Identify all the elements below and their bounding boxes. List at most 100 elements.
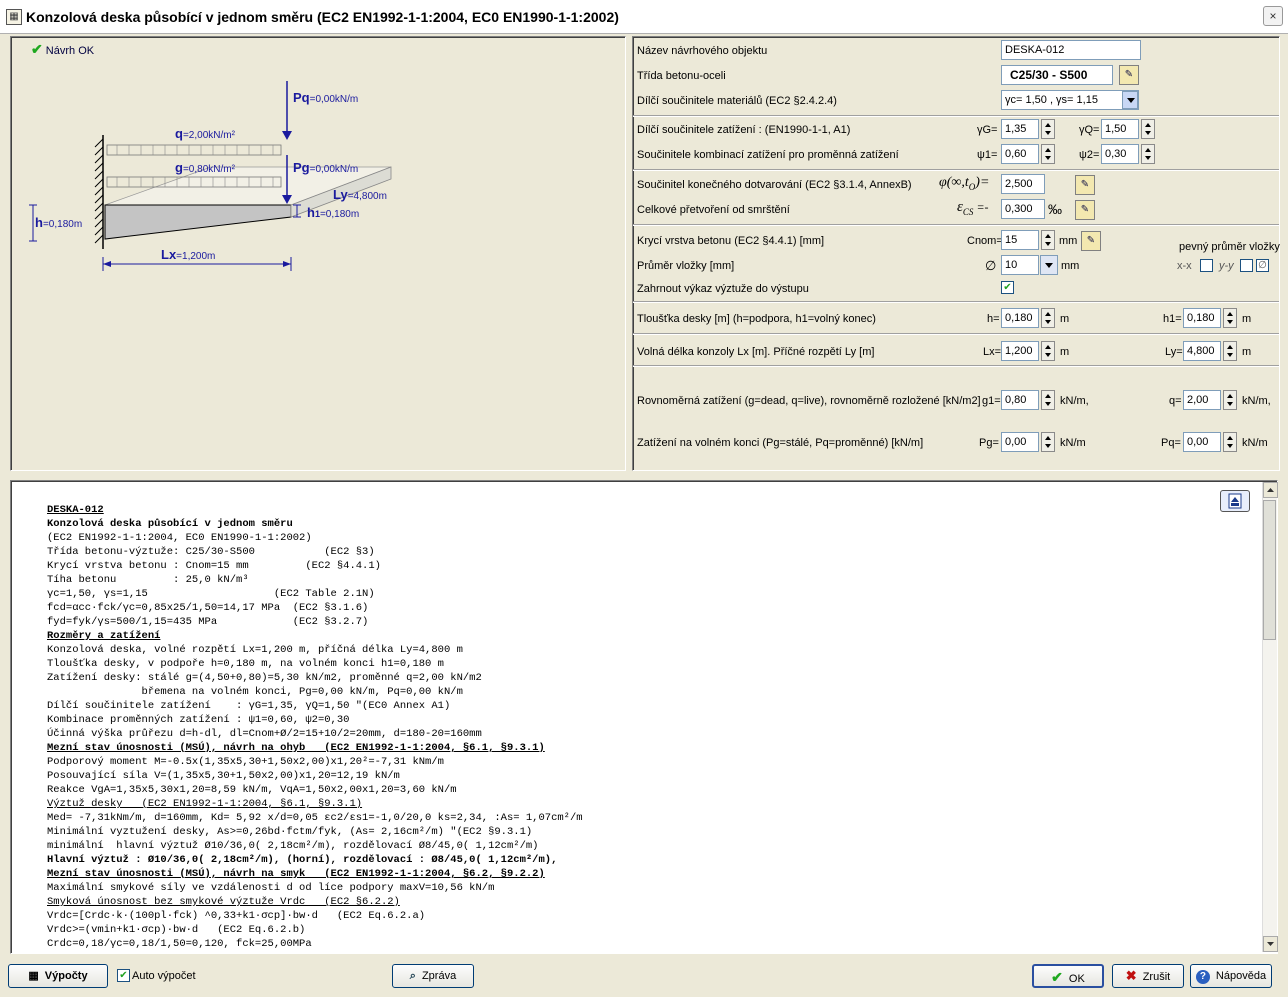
lx-spinner[interactable] [1041, 341, 1055, 361]
help-button[interactable]: ? Nápověda [1190, 964, 1272, 988]
close-button[interactable]: × [1263, 6, 1283, 26]
report-line: Dílčí součinitele zatížení : γG=1,35, γQ… [47, 700, 451, 712]
yy-checkbox[interactable] [1240, 259, 1253, 272]
report-line: Minimální vyztužení desky, As>=0,26bd·fc… [47, 826, 533, 838]
drawing-panel: ✔ Návrh OK Pq=0,00kN/m q=2,00kN/m² g=0,8… [10, 36, 626, 471]
report-line: Tíha betonu : 25,0 kN/m³ [47, 574, 249, 586]
shrinkage-unit: ‰ [1048, 201, 1062, 217]
xx-label: x-x [1177, 260, 1192, 272]
report-line: Tloušťka desky, v podpoře h=0,180 m, na … [47, 658, 444, 670]
h-input[interactable]: 0,180 [1001, 308, 1039, 328]
pg-spinner[interactable] [1041, 432, 1055, 452]
report-line: fyd=fyk/γs=500/1,15=435 MPa (EC2 §3.2.7) [47, 616, 369, 628]
shrinkage-symbol: εCS =- [957, 199, 989, 217]
report-line: Rozměry a zatížení [47, 630, 161, 642]
ok-button[interactable]: ✔ OK [1032, 964, 1104, 988]
q-load-band [106, 144, 282, 156]
pq-load-label: Pq=0,00kN/m [293, 90, 359, 105]
q-spinner[interactable] [1223, 390, 1237, 410]
pq-spinner[interactable] [1223, 432, 1237, 452]
scroll-top-icon [1228, 493, 1242, 509]
report-line: Kombinace proměnných zatížení : ψ1=0,60,… [47, 714, 350, 726]
q-load-label: q=2,00kN/m² [175, 126, 235, 141]
shrinkage-input[interactable]: 0,300 [1001, 199, 1045, 219]
g1-input[interactable]: 0,80 [1001, 390, 1039, 410]
cnom-unit: mm [1059, 235, 1078, 247]
g1-unit: kN/m, [1060, 395, 1089, 407]
report-top-button[interactable] [1220, 490, 1250, 512]
concrete-class-value[interactable]: C25/30 - S500 [1001, 65, 1113, 85]
cnom-spinner[interactable] [1041, 230, 1055, 250]
help-label: Nápověda [1215, 970, 1267, 982]
pg-load-label: Pg=0,00kN/m [293, 160, 359, 175]
cancel-button[interactable]: ✖ Zrušit [1112, 964, 1184, 988]
psi1-spinner[interactable] [1041, 144, 1055, 164]
report-panel[interactable]: DESKA-012 Konzolová deska působící v jedn… [10, 480, 1278, 954]
scroll-down-arrow[interactable] [1263, 936, 1278, 952]
pq-input[interactable]: 0,00 [1183, 432, 1221, 452]
report-line: Med= -7,31kNm/m, d=160mm, Kd= 5,92 x/d=0… [47, 812, 583, 824]
object-name-input[interactable]: DESKA-012 [1001, 40, 1141, 60]
gamma-g-input[interactable]: 1,35 [1001, 119, 1039, 139]
auto-calc-checkbox[interactable]: ✔ [117, 969, 130, 982]
cnom-label: Cnom= [967, 235, 1003, 247]
calculator-icon: ▦ [28, 970, 39, 982]
help-icon: ? [1195, 970, 1210, 984]
report-line: Posouvající síla V=(1,35x5,30+1,50x2,00)… [47, 770, 400, 782]
xx-checkbox[interactable] [1200, 259, 1213, 272]
g-load-label: g=0,80kN/m² [175, 160, 235, 175]
gamma-g-spinner[interactable] [1041, 119, 1055, 139]
cover-calc-icon[interactable]: ✎ [1081, 231, 1101, 251]
report-line: Krycí vrstva betonu : Cnom=15 mm (EC2 §4… [47, 560, 381, 572]
creep-input[interactable]: 2,500 [1001, 174, 1045, 194]
q-input[interactable]: 2,00 [1183, 390, 1221, 410]
diameter-toggle-icon[interactable]: ∅ [1256, 259, 1269, 272]
report-line: minimální hlavní výztuž Ø10/36,0( 2,18cm… [47, 840, 539, 852]
report-line: Reakce VgA=1,35x5,30x1,20=8,59 kN/m, VqA… [47, 784, 457, 796]
lx-input[interactable]: 1,200 [1001, 341, 1039, 361]
gamma-q-input[interactable]: 1,50 [1101, 119, 1139, 139]
material-factors-select[interactable]: γc= 1,50 , γs= 1,15 [1001, 90, 1139, 110]
report-line: Podporový moment M=-0.5x(1,35x5,30+1,50x… [47, 756, 444, 768]
chevron-down-icon[interactable] [1040, 255, 1058, 275]
report-button[interactable]: ⌕ Zpráva [392, 964, 474, 988]
psi1-input[interactable]: 0,60 [1001, 144, 1039, 164]
gamma-q-spinner[interactable] [1141, 119, 1155, 139]
psi1-label: ψ1= [977, 149, 998, 161]
report-line: Konzolová deska působící v jednom směru [47, 518, 293, 530]
report-label: Zpráva [421, 970, 457, 982]
include-schedule-checkbox[interactable]: ✔ [1001, 281, 1014, 294]
report-line: Výztuž desky (EC2 EN1992-1-1:2004, §6.1,… [47, 798, 363, 810]
report-line: Maximální smykové síly ve vzdálenosti d … [47, 882, 495, 894]
ly-input[interactable]: 4,800 [1183, 341, 1221, 361]
end-loads-label: Zatížení na volném konci (Pg=stálé, Pq=p… [637, 437, 924, 449]
auto-calc-label: Auto výpočet [132, 970, 196, 982]
report-line: Vrdc=[Crdc·k·(100pl·fck) ^0,33+k1·σcp]·b… [47, 910, 426, 922]
h-label: h= [987, 313, 1000, 325]
h1-input[interactable]: 0,180 [1183, 308, 1221, 328]
class-library-icon[interactable]: ✎ [1119, 65, 1139, 85]
ly-spinner[interactable] [1223, 341, 1237, 361]
chevron-down-icon[interactable] [1122, 91, 1138, 109]
cancel-label: Zrušit [1142, 971, 1171, 983]
calculations-button[interactable]: ▦ Výpočty [8, 964, 108, 988]
object-name-label: Název návrhového objektu [637, 45, 768, 57]
h-spinner[interactable] [1041, 308, 1055, 328]
shrinkage-calc-icon[interactable]: ✎ [1075, 200, 1095, 220]
report-text: DESKA-012 Konzolová deska působící v jedn… [47, 503, 583, 951]
cnom-input[interactable]: 15 [1001, 230, 1039, 250]
g1-spinner[interactable] [1041, 390, 1055, 410]
psi2-spinner[interactable] [1141, 144, 1155, 164]
diameter-symbol: ∅ [985, 258, 997, 273]
h1-spinner[interactable] [1223, 308, 1237, 328]
h1-unit: m [1242, 313, 1252, 325]
shrinkage-label: Celkové přetvoření od smrštění [637, 204, 790, 216]
creep-calc-icon[interactable]: ✎ [1075, 175, 1095, 195]
bar-diameter-input[interactable]: 10 [1001, 255, 1039, 275]
psi2-input[interactable]: 0,30 [1101, 144, 1139, 164]
scroll-thumb[interactable] [1263, 500, 1276, 640]
scroll-up-arrow[interactable] [1263, 482, 1278, 498]
ok-label: OK [1068, 973, 1085, 985]
yy-label: y-y [1219, 260, 1234, 272]
pg-input[interactable]: 0,00 [1001, 432, 1039, 452]
